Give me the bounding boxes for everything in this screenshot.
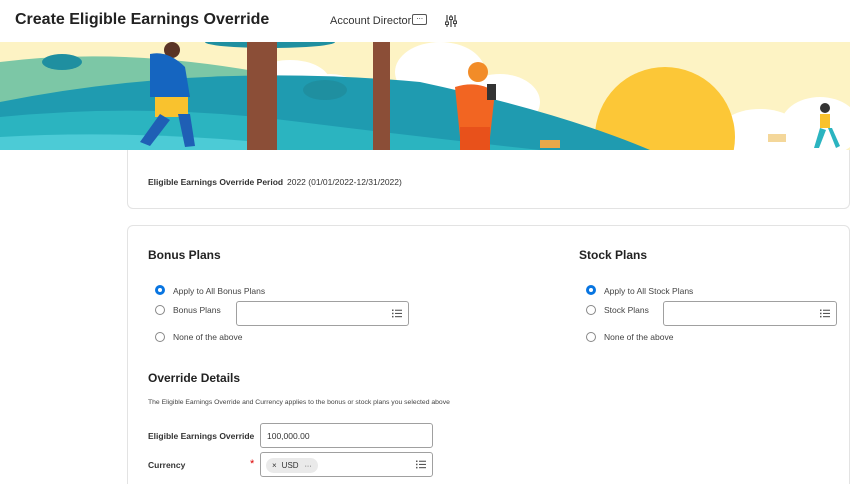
period-label: Eligible Earnings Override Period <box>148 177 284 187</box>
stock-apply-all-radio[interactable] <box>586 285 596 295</box>
bonus-none-radio[interactable] <box>155 332 165 342</box>
earnings-override-label: Eligible Earnings Override <box>148 431 255 441</box>
remove-icon[interactable]: × <box>272 461 277 470</box>
required-marker: * <box>250 458 255 470</box>
list-icon[interactable] <box>820 309 830 318</box>
stock-plans-label: Stock Plans <box>604 305 649 315</box>
currency-pill-value: USD <box>281 461 299 470</box>
bonus-plans-label: Bonus Plans <box>173 305 221 315</box>
settings-sliders-icon[interactable] <box>443 13 459 29</box>
plans-card: Bonus Plans Apply to All Bonus Plans Bon… <box>127 225 850 484</box>
bonus-none-label: None of the above <box>173 332 243 342</box>
role-label: Account Director <box>330 15 412 27</box>
page-header: Create Eligible Earnings Override Accoun… <box>0 0 850 42</box>
currency-label: Currency <box>148 460 186 470</box>
left-gutter <box>0 150 127 484</box>
banner-illustration <box>0 42 850 150</box>
currency-prompt[interactable]: × USD ··· <box>260 452 433 477</box>
stock-plans-prompt[interactable] <box>663 301 837 326</box>
list-icon[interactable] <box>416 460 426 469</box>
bonus-plans-radio[interactable] <box>155 305 165 315</box>
list-icon[interactable] <box>392 309 402 318</box>
stock-apply-all-label: Apply to All Stock Plans <box>604 286 694 296</box>
override-details-title: Override Details <box>148 371 241 385</box>
bonus-plans-title: Bonus Plans <box>148 248 221 262</box>
stock-plans-radio[interactable] <box>586 305 596 315</box>
period-card: Eligible Earnings Override Period 2022 (… <box>127 150 850 209</box>
earnings-override-input[interactable]: 100,000.00 <box>260 423 433 448</box>
bonus-apply-all-label: Apply to All Bonus Plans <box>173 286 266 296</box>
stock-plans-title: Stock Plans <box>579 248 648 262</box>
stock-none-radio[interactable] <box>586 332 596 342</box>
currency-pill[interactable]: × USD ··· <box>266 458 318 473</box>
related-actions-button[interactable]: ··· <box>412 14 427 25</box>
page-title: Create Eligible Earnings Override <box>15 11 270 28</box>
period-value: 2022 (01/01/2022-12/31/2022) <box>287 177 402 187</box>
more-icon[interactable]: ··· <box>305 463 312 470</box>
stock-none-label: None of the above <box>604 332 674 342</box>
bonus-apply-all-radio[interactable] <box>155 285 165 295</box>
bonus-plans-prompt[interactable] <box>236 301 409 326</box>
override-description: The Eligible Earnings Override and Curre… <box>148 399 450 406</box>
